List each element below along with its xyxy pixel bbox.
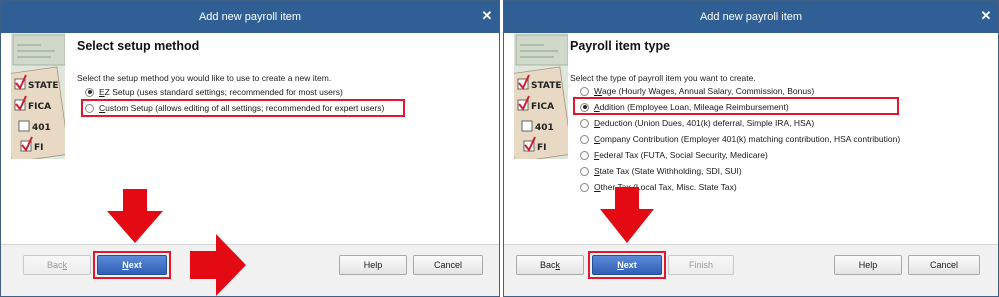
- help-button[interactable]: Help: [339, 255, 407, 275]
- dialog-titlebar: Add new payroll item ✕: [504, 1, 998, 33]
- close-icon[interactable]: ✕: [980, 9, 992, 22]
- dialog-title: Add new payroll item: [699, 11, 803, 23]
- highlight-box: [93, 251, 171, 279]
- highlight-box: [81, 99, 405, 117]
- option-label: age (Hourly Wages, Annual Salary, Commis…: [602, 86, 815, 96]
- wage-radio[interactable]: Wage (Hourly Wages, Annual Salary, Commi…: [580, 86, 814, 96]
- option-label: eduction (Union Dues, 401(k) deferral, S…: [600, 118, 815, 128]
- dialog-footer: Bac k Next Finish Help Cancel: [504, 244, 998, 296]
- close-icon[interactable]: ✕: [481, 9, 493, 22]
- radio-selected-icon: [85, 87, 94, 97]
- payroll-forms-illustration: STATE FICA 401 FI: [11, 33, 65, 159]
- dialog-body: STATE FICA 401 FI Payroll item type Sele…: [504, 33, 998, 246]
- dialog-titlebar: Add new payroll item ✕: [1, 1, 499, 33]
- help-button[interactable]: Help: [834, 255, 902, 275]
- option-label: Z Setup (uses standard settings; recomme…: [104, 87, 343, 97]
- back-button[interactable]: Bac k: [516, 255, 584, 275]
- option-label: ompany Contribution (Employer 401(k) mat…: [600, 134, 901, 144]
- instruction-text: Select the setup method you would like t…: [77, 73, 332, 83]
- instruction-text: Select the type of payroll item you want…: [570, 73, 756, 83]
- art-label-fica: FICA: [531, 102, 554, 112]
- state-tax-radio[interactable]: State Tax (State Withholding, SDI, SUI): [580, 166, 742, 176]
- radio-unselected-icon: [580, 166, 589, 176]
- back-button[interactable]: Bac k: [23, 255, 91, 275]
- back-label-start: Bac: [46, 260, 63, 270]
- down-arrow-icon: [600, 187, 654, 243]
- art-label-401: 401: [535, 123, 554, 133]
- setup-method-dialog: Add new payroll item ✕ STATE FICA 401 FI…: [0, 0, 500, 297]
- dialog-body: STATE FICA 401 FI Select setup method Se…: [1, 33, 499, 246]
- art-label-fi: FI: [537, 143, 547, 153]
- federal-tax-radio[interactable]: Federal Tax (FUTA, Social Security, Medi…: [580, 150, 768, 160]
- highlight-box: [588, 251, 666, 279]
- back-hotkey: k: [62, 260, 68, 270]
- dialog-title: Add new payroll item: [198, 11, 302, 23]
- page-title: Select setup method: [77, 39, 200, 53]
- payroll-item-type-dialog: Add new payroll item ✕ STATE FICA 401 FI…: [503, 0, 999, 297]
- art-label-state: STATE: [531, 81, 561, 91]
- payroll-forms-illustration: STATE FICA 401 FI: [514, 33, 568, 159]
- radio-unselected-icon: [580, 134, 589, 144]
- ez-setup-radio[interactable]: EZ Setup (uses standard settings; recomm…: [85, 87, 343, 97]
- art-label-state: STATE: [28, 81, 58, 91]
- company-contribution-radio[interactable]: Company Contribution (Employer 401(k) ma…: [580, 134, 900, 144]
- dialog-footer: Bac k Next Help Cancel: [1, 244, 499, 296]
- back-label-start: Bac: [539, 260, 556, 270]
- radio-unselected-icon: [580, 118, 589, 128]
- deduction-radio[interactable]: Deduction (Union Dues, 401(k) deferral, …: [580, 118, 814, 128]
- radio-unselected-icon: [580, 150, 589, 160]
- art-label-401: 401: [32, 123, 51, 133]
- finish-button[interactable]: Finish: [668, 255, 734, 275]
- art-label-fica: FICA: [28, 102, 51, 112]
- highlight-box: [573, 97, 899, 115]
- back-hotkey: k: [555, 260, 561, 270]
- radio-unselected-icon: [580, 182, 589, 192]
- right-arrow-icon: [190, 234, 246, 296]
- page-title: Payroll item type: [570, 39, 671, 53]
- option-hotkey: W: [594, 86, 603, 96]
- option-label: ederal Tax (FUTA, Social Security, Medic…: [599, 150, 768, 160]
- down-arrow-icon: [107, 189, 163, 243]
- cancel-button[interactable]: Cancel: [908, 255, 980, 275]
- option-label: tate Tax (State Withholding, SDI, SUI): [599, 166, 742, 176]
- cancel-button[interactable]: Cancel: [413, 255, 483, 275]
- art-label-fi: FI: [34, 143, 44, 153]
- radio-unselected-icon: [580, 86, 589, 96]
